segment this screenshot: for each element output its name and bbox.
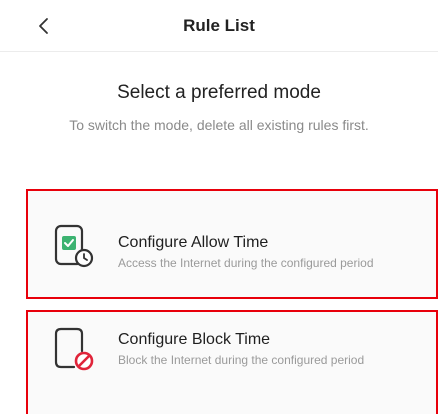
configure-block-time-card[interactable]: Configure Block Time Block the Internet … <box>26 310 438 414</box>
configure-allow-time-card[interactable]: Configure Allow Time Access the Internet… <box>26 189 438 299</box>
mode-heading: Select a preferred mode <box>117 82 321 103</box>
mode-subheading: To switch the mode, delete all existing … <box>69 117 369 133</box>
phone-check-icon <box>54 224 94 268</box>
page-title: Rule List <box>183 16 255 35</box>
block-time-title: Configure Block Time <box>118 331 271 348</box>
top-bar: Rule List <box>0 0 438 52</box>
allow-time-title: Configure Allow Time <box>118 234 269 251</box>
block-time-description: Block the Internet during the configured… <box>118 353 365 367</box>
phone-block-icon <box>54 327 94 371</box>
allow-time-description: Access the Internet during the configure… <box>118 256 374 270</box>
